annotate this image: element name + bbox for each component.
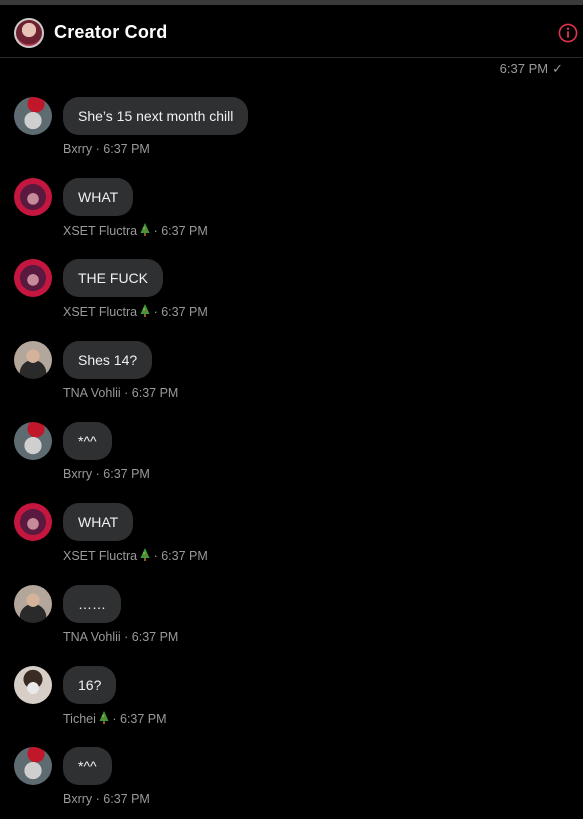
author-name[interactable]: XSET Fluctra	[63, 224, 137, 238]
avatar[interactable]	[14, 341, 52, 379]
avatar[interactable]	[14, 178, 52, 216]
message-meta: XSET Fluctra · 6:37 PM	[63, 223, 208, 238]
message-time: · 6:37 PM	[124, 386, 179, 400]
message-bubble[interactable]: She’s 15 next month chill	[63, 97, 249, 135]
message-row: …… TNA Vohlii · 6:37 PM	[0, 585, 583, 657]
message-bubble[interactable]: ……	[63, 585, 121, 623]
message-meta: TNA Vohlii · 6:37 PM	[63, 630, 178, 644]
message-time: · 6:37 PM	[153, 305, 208, 319]
message-meta: Tichei · 6:37 PM	[63, 711, 167, 726]
sent-time-label: 6:37 PM	[499, 61, 549, 76]
chat-title: Creator Cord	[54, 22, 168, 42]
message-meta: Bxrry · 6:37 PM	[63, 142, 150, 156]
info-icon[interactable]	[558, 23, 578, 43]
author-name[interactable]: TNA Vohlii	[63, 630, 121, 644]
message-time: · 6:37 PM	[95, 142, 150, 156]
avatar[interactable]	[14, 97, 52, 135]
avatar[interactable]	[14, 503, 52, 541]
message-time: · 6:37 PM	[153, 224, 208, 238]
avatar[interactable]	[14, 259, 52, 297]
avatar[interactable]	[14, 422, 52, 460]
christmas-tree-icon	[140, 548, 150, 561]
message-meta: TNA Vohlii · 6:37 PM	[63, 386, 178, 400]
message-row: She’s 15 next month chill Bxrry · 6:37 P…	[0, 97, 583, 169]
avatar[interactable]	[14, 666, 52, 704]
checkmark-icon: ✓	[552, 61, 563, 76]
christmas-tree-icon	[99, 711, 109, 724]
message-time: · 6:37 PM	[112, 712, 167, 726]
chat-header: Creator Cord	[0, 5, 583, 58]
author-name[interactable]: Bxrry	[63, 792, 92, 806]
message-bubble[interactable]: WHAT	[63, 503, 134, 541]
message-row: THE FUCK XSET Fluctra · 6:37 PM	[0, 259, 583, 331]
author-name[interactable]: Bxrry	[63, 467, 92, 481]
group-avatar[interactable]	[14, 18, 44, 48]
message-bubble[interactable]: *^^	[63, 422, 112, 460]
author-name[interactable]: Tichei	[63, 712, 96, 726]
author-name[interactable]: XSET Fluctra	[63, 549, 137, 563]
message-row: Shes 14? TNA Vohlii · 6:37 PM	[0, 341, 583, 413]
avatar[interactable]	[14, 747, 52, 785]
message-meta: XSET Fluctra · 6:37 PM	[63, 548, 208, 563]
message-bubble[interactable]: WHAT	[63, 178, 134, 216]
message-time: · 6:37 PM	[153, 549, 208, 563]
message-row: WHAT XSET Fluctra · 6:37 PM	[0, 503, 583, 575]
message-bubble[interactable]: 16?	[63, 666, 117, 704]
message-row: WHAT XSET Fluctra · 6:37 PM	[0, 178, 583, 250]
message-bubble[interactable]: Shes 14?	[63, 341, 153, 379]
message-time: · 6:37 PM	[95, 467, 150, 481]
avatar[interactable]	[14, 585, 52, 623]
message-bubble[interactable]: *^^	[63, 747, 112, 785]
author-name[interactable]: XSET Fluctra	[63, 305, 137, 319]
message-time: · 6:37 PM	[124, 630, 179, 644]
message-row: 16? Tichei · 6:37 PM	[0, 666, 583, 738]
message-meta: Bxrry · 6:37 PM	[63, 467, 150, 481]
sent-message-status: 6:37 PM ✓	[500, 61, 563, 77]
christmas-tree-icon	[140, 223, 150, 236]
message-meta: XSET Fluctra · 6:37 PM	[63, 304, 208, 319]
message-time: · 6:37 PM	[95, 792, 150, 806]
author-name[interactable]: Bxrry	[63, 142, 92, 156]
christmas-tree-icon	[140, 304, 150, 317]
message-meta: Bxrry · 6:37 PM	[63, 792, 150, 806]
message-row: *^^ Bxrry · 6:37 PM	[0, 747, 583, 819]
message-bubble[interactable]: THE FUCK	[63, 259, 163, 297]
author-name[interactable]: TNA Vohlii	[63, 386, 121, 400]
message-row: *^^ Bxrry · 6:37 PM	[0, 422, 583, 494]
